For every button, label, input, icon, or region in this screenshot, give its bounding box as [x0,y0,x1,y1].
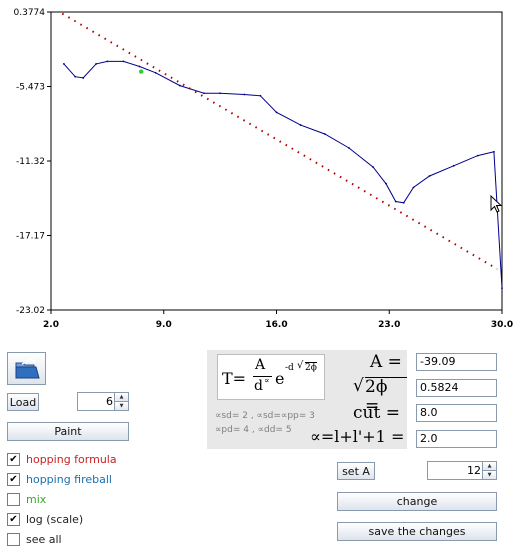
spinner-up-icon[interactable]: ▲ [483,462,496,470]
a-value-input[interactable]: -39.09 [416,353,497,371]
series-point [428,175,431,177]
series-point [501,287,503,289]
series-point [219,92,222,95]
plot-canvas: 0.3774 -5.473 -11.32 -17.17 -23.02 2.0 9.0 16.… [14,8,514,330]
x-tick-label: 23.0 [378,320,400,330]
sqrt-icon: √ [353,376,364,396]
series-point [62,63,65,65]
checkbox-label: hopping fireball [26,472,112,486]
paint-button[interactable]: Paint [7,422,129,441]
series-point [95,63,97,65]
series-point [372,166,375,168]
series-point [122,60,125,63]
set-a-spinner[interactable]: 12 ▲ ▼ [427,461,497,480]
series-point [154,71,157,74]
sqrt-icon: √ [297,360,304,371]
y-tick-label: -17.17 [16,232,45,242]
checkbox-box[interactable]: ✔ [7,452,20,466]
folder-open-icon [15,357,40,378]
formula-display: T= A d ∝ e -d √ 2ϕ [217,354,325,400]
checkbox-box[interactable] [7,532,20,546]
open-file-button[interactable] [7,352,46,385]
spinner-down-icon[interactable]: ▼ [115,401,128,410]
formula-alpha-exponent: ∝ [264,376,270,385]
formula-e: e [275,369,285,388]
series-point [493,150,495,153]
param-cut-label: cut = [353,403,400,423]
checkbox-box[interactable]: ✔ [7,512,20,526]
spinner-up-icon[interactable]: ▲ [115,393,128,401]
checkbox-hopping-fireball[interactable]: ✔ hopping fireball [7,472,112,486]
alpha-value-input[interactable]: 2.0 [416,430,497,448]
series-point [348,147,350,149]
checkbox-mix[interactable]: mix [7,492,46,506]
checkbox-label: mix [26,492,47,506]
param-a-label: A = [370,352,402,372]
series-point [138,65,141,68]
series-point [299,124,302,126]
spinner-down-icon[interactable]: ▼ [483,470,496,479]
set-a-button[interactable]: set A [337,462,375,480]
formula-denominator: d [254,378,263,394]
y-tick-label: 0.3774 [14,8,46,18]
alpha-line-1: ∝sd= 2 , ∝sd=∝pp= 3 [215,411,315,421]
checkbox-box[interactable] [7,492,20,506]
series-point [476,154,479,157]
checkbox-log-scale[interactable]: ✔ log (scale) [7,512,83,526]
load-spinner-value: 6 [106,395,113,408]
formula-numerator: A [255,357,266,373]
plot-area [50,11,503,311]
load-button[interactable]: Load [7,393,39,411]
series-point [412,186,415,189]
checkbox-see-all[interactable]: see all [7,532,62,546]
checkbox-hopping-formula[interactable]: ✔ hopping formula [7,452,117,466]
series-point [203,92,205,95]
series-point [178,84,181,87]
x-tick-label: 9.0 [156,320,172,330]
checkbox-box[interactable]: ✔ [7,472,20,486]
series-point [402,201,405,204]
highlight-point [139,69,144,74]
x-tick-label: 16.0 [265,320,287,330]
x-tick-label: 30.0 [491,320,513,330]
series-point [323,133,326,135]
series-point [106,60,109,63]
series-point [275,111,278,114]
formula-t: T= [222,369,247,388]
load-spinner[interactable]: 6 ▲ ▼ [77,392,129,411]
series-point [243,93,246,96]
checkbox-label: hopping formula [26,452,117,466]
cut-value-input[interactable]: 8.0 [416,404,497,422]
change-button[interactable]: change [337,492,497,511]
series-point [452,164,455,167]
checkbox-label: log (scale) [26,512,84,526]
series-point [394,200,397,203]
y-tick-label: -5.473 [16,83,45,93]
series-point [385,182,387,185]
formula-panel: T= A d ∝ e -d √ 2ϕ ∝sd= 2 , ∝sd=∝pp= 3 ∝… [207,350,407,449]
phi-value-input[interactable]: 0.5824 [416,379,497,397]
series-point [74,75,77,78]
alpha-line-2: ∝pd= 4 , ∝dd= 5 [215,425,292,435]
series-point [82,77,85,79]
y-tick-label: -11.32 [16,157,45,167]
formula-exponent-d: -d [285,363,294,373]
series-point [259,94,262,97]
param-alpha-label: ∝=l+l'+1 = [310,427,405,446]
set-a-spinner-value: 12 [467,464,481,477]
save-changes-button[interactable]: save the changes [337,522,497,541]
checkbox-label: see all [26,532,62,546]
x-tick-label: 2.0 [43,320,59,330]
y-tick-label: -23.02 [16,306,45,316]
formula-exponent-phi: 2ϕ [305,362,317,373]
